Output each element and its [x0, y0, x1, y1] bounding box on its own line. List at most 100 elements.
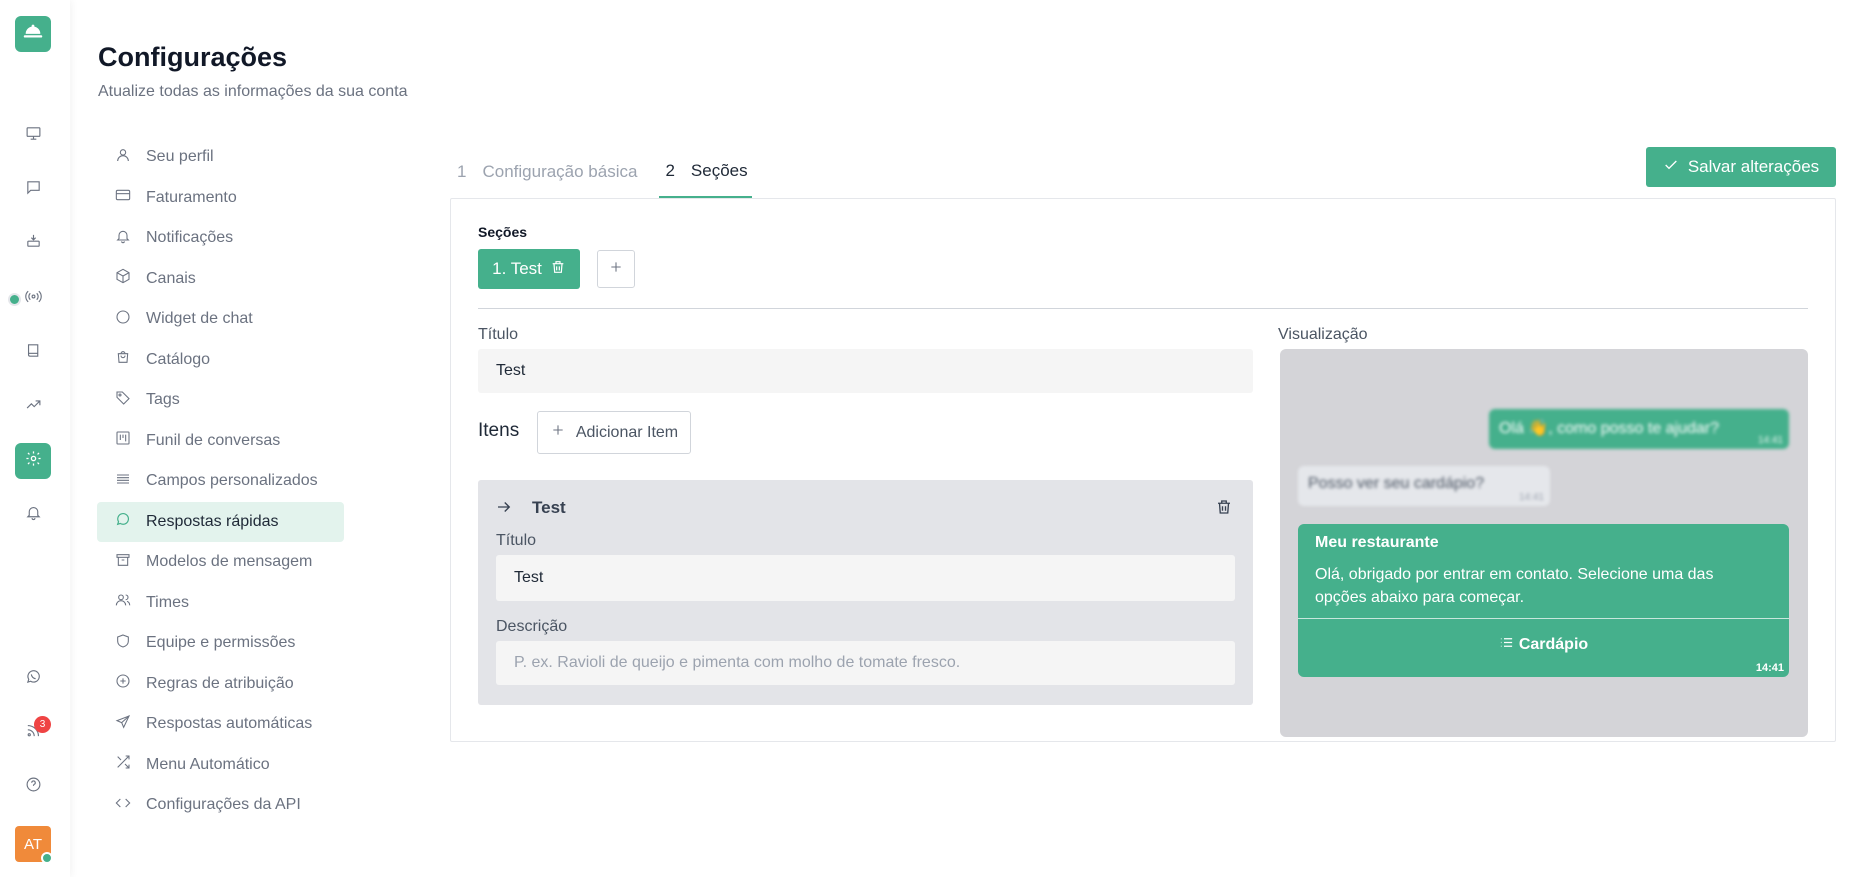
item-description-label: Descrição: [496, 618, 568, 635]
sections-label: Seções: [478, 224, 528, 240]
nav-item-custom-fields[interactable]: Campos personalizados: [97, 461, 344, 502]
nav-item-teams[interactable]: Times: [97, 583, 344, 624]
chat-preview: Olá 👋, como posso te ajudar? 14:41 Posso…: [1280, 349, 1808, 737]
add-section-button[interactable]: [597, 250, 635, 288]
app-logo[interactable]: [15, 16, 51, 52]
nav-item-label: Widget de chat: [146, 310, 253, 328]
nav-item-profile[interactable]: Seu perfil: [97, 137, 344, 178]
nav-item-label: Notificações: [146, 229, 234, 247]
code-icon: [115, 795, 146, 816]
item-title-label: Título: [496, 532, 537, 549]
menu-list-button-label: Cardápio: [1518, 636, 1589, 653]
nav-item-quick-replies[interactable]: Respostas rápidas: [97, 501, 344, 542]
plus-circle-icon: [115, 673, 146, 694]
item-name: Test: [532, 498, 566, 517]
bell-icon: [115, 228, 146, 249]
user-icon: [115, 147, 146, 168]
help-icon: [25, 776, 42, 798]
item-title-input[interactable]: Test: [496, 555, 1235, 601]
users-icon: [115, 592, 146, 613]
nav-item-message-templates[interactable]: Modelos de mensagem: [97, 542, 344, 583]
arrow-right-icon[interactable]: [495, 498, 513, 516]
message-circle-icon: [115, 511, 146, 532]
rail-monitor[interactable]: [15, 118, 51, 154]
message-time: 14:41: [1518, 492, 1544, 503]
incoming-message: Posso ver seu cardápio? 14:41: [1298, 466, 1550, 506]
nav-item-auto-replies[interactable]: Respostas automáticas: [97, 704, 344, 745]
trash-icon[interactable]: [1215, 498, 1233, 516]
nav-item-catalog[interactable]: Catálogo: [97, 340, 344, 381]
plus-icon: [608, 259, 624, 280]
rail-notifications[interactable]: [15, 497, 51, 533]
tab-label: Seções: [690, 160, 748, 180]
menu-message-separator: [1298, 618, 1789, 619]
preview-label: Visualização: [1278, 326, 1368, 343]
nav-item-label: Configurações da API: [146, 796, 301, 814]
rail-trending[interactable]: [15, 389, 51, 425]
nav-item-assignment-rules[interactable]: Regras de atribuição: [97, 664, 344, 705]
nav-item-chat-widget[interactable]: Widget de chat: [97, 299, 344, 340]
tab-label: Configuração básica: [482, 161, 638, 181]
send-icon: [115, 714, 146, 735]
rail-whatsapp[interactable]: [15, 661, 51, 697]
rail-chat[interactable]: [15, 172, 51, 208]
bell-icon: [25, 504, 42, 526]
online-indicator: [41, 852, 53, 864]
nav-item-notifications[interactable]: Notificações: [97, 218, 344, 259]
lines-icon: [115, 471, 146, 492]
rail-broadcast[interactable]: [15, 281, 51, 317]
nav-item-label: Canais: [146, 269, 196, 287]
nav-item-label: Respostas rápidas: [146, 512, 279, 530]
trash-icon[interactable]: [542, 259, 566, 280]
nav-item-label: Menu Automático: [146, 755, 270, 773]
rail-inbox[interactable]: [15, 225, 51, 261]
tag-icon: [115, 390, 146, 411]
outgoing-message: Olá 👋, como posso te ajudar? 14:41: [1489, 409, 1789, 449]
rail-book[interactable]: [15, 335, 51, 371]
nav-item-label: Catálogo: [146, 350, 211, 368]
tab-number: 2: [665, 160, 675, 180]
menu-message-body: Olá, obrigado por entrar em contato. Sel…: [1315, 566, 1714, 606]
nav-item-channels[interactable]: Canais: [97, 259, 344, 300]
book-icon: [25, 342, 42, 364]
shopping-bag-icon: [115, 349, 146, 370]
archive-icon: [115, 552, 146, 573]
nav-item-funnel[interactable]: Funil de conversas: [97, 421, 344, 462]
add-item-button[interactable]: Adicionar Item: [537, 411, 691, 454]
rail-settings[interactable]: [15, 443, 51, 479]
nav-item-label: Campos personalizados: [146, 472, 318, 490]
message-time: 14:41: [1757, 435, 1783, 446]
nav-item-label: Tags: [146, 391, 180, 409]
box-icon: [115, 268, 146, 289]
monitor-icon: [25, 125, 42, 147]
outgoing-message-text: Olá 👋, como posso te ajudar?: [1499, 420, 1720, 437]
save-button[interactable]: Salvar alterações: [1646, 147, 1836, 187]
add-item-label: Adicionar Item: [575, 423, 679, 441]
left-rail: 3 AT: [0, 0, 70, 877]
page-subtitle: Atualize todas as informações da sua con…: [98, 83, 408, 100]
section-title-input[interactable]: Test: [478, 349, 1253, 393]
nav-item-label: Equipe e permissões: [146, 634, 296, 652]
menu-message-title: Meu restaurante: [1315, 534, 1439, 551]
menu-list-button[interactable]: Cardápio: [1298, 635, 1789, 655]
nav-item-billing[interactable]: Faturamento: [97, 178, 344, 219]
circle-icon: [115, 309, 146, 330]
tab-number: 1: [457, 161, 467, 181]
items-label: Itens: [478, 420, 520, 441]
nav-item-auto-menu[interactable]: Menu Automático: [97, 745, 344, 786]
bell-service-icon: [22, 21, 44, 48]
message-time: 14:41: [1755, 662, 1784, 674]
tab-sections[interactable]: 2 Seções: [659, 145, 752, 198]
nav-item-permissions[interactable]: Equipe e permissões: [97, 623, 344, 664]
section-chip[interactable]: 1. Test: [478, 249, 580, 289]
item-description-input[interactable]: P. ex. Ravioli de queijo e pimenta com m…: [496, 641, 1235, 685]
nav-item-label: Modelos de mensagem: [146, 553, 313, 571]
sections-divider: [478, 308, 1808, 309]
feed-badge: 3: [34, 716, 51, 733]
nav-item-label: Times: [146, 593, 189, 611]
kanban-icon: [115, 430, 146, 451]
nav-item-tags[interactable]: Tags: [97, 380, 344, 421]
rail-help[interactable]: [15, 769, 51, 805]
tab-basic-config[interactable]: 1 Configuração básica: [453, 145, 641, 198]
nav-item-api-settings[interactable]: Configurações da API: [97, 785, 344, 826]
